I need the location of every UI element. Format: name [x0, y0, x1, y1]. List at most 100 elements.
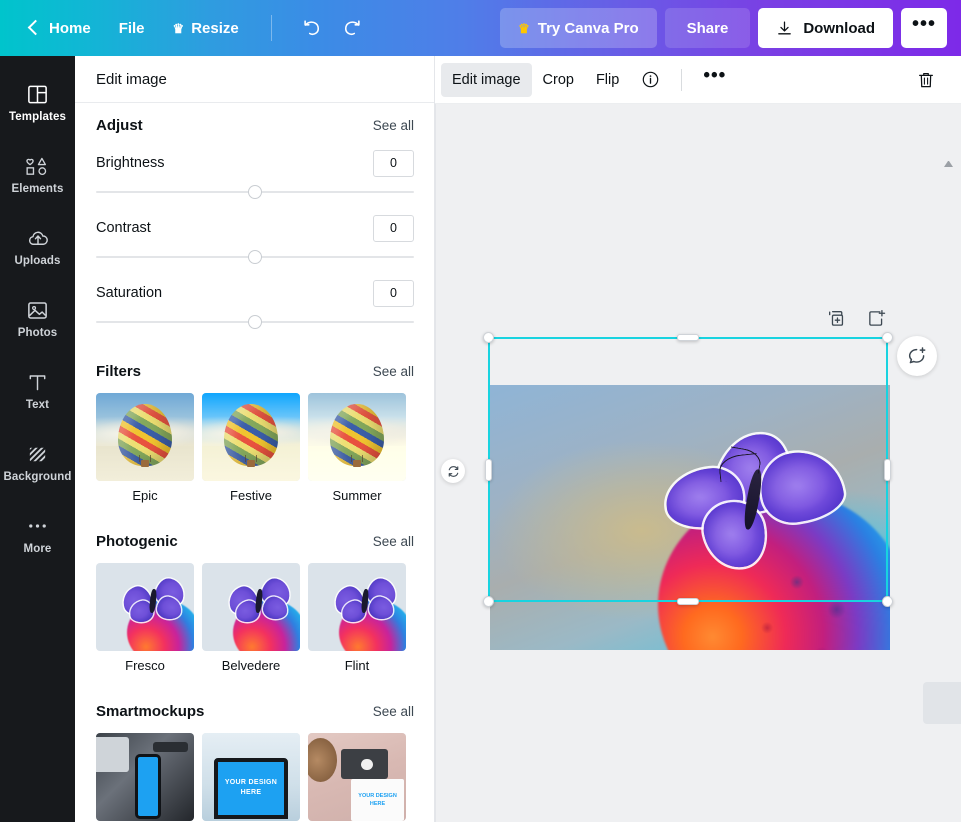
photogenic-item-flint[interactable]: Flint — [308, 563, 406, 673]
smartmockups-section-title: Smartmockups — [96, 703, 205, 720]
flatlay-mockup-thumb: YOUR DESIGN HERE — [308, 733, 406, 821]
templates-grid-icon — [26, 81, 49, 107]
smartmockup-item-laptop[interactable]: YOUR DESIGN HERE — [202, 733, 300, 821]
smartmockups-see-all-link[interactable]: See all — [373, 704, 414, 719]
contrast-value-input[interactable]: 0 — [373, 214, 414, 242]
resize-handle-left[interactable] — [485, 458, 492, 481]
resize-handle-right[interactable] — [884, 458, 891, 481]
sidebar-item-uploads[interactable]: Uploads — [0, 210, 75, 282]
panel-scroll-content: Adjust See all Brightness 0 Contrast 0 S… — [75, 103, 435, 822]
page-action-icons — [826, 308, 888, 330]
filters-see-all-link[interactable]: See all — [373, 364, 414, 379]
rotate-button[interactable] — [441, 459, 465, 483]
sidebar-item-label: Photos — [17, 327, 58, 339]
brightness-slider-handle[interactable] — [248, 185, 262, 199]
photo-icon — [26, 297, 49, 323]
file-menu-button[interactable]: File — [105, 10, 159, 46]
butterfly-flint-thumb — [308, 563, 406, 651]
photogenic-see-all-link[interactable]: See all — [373, 534, 414, 549]
left-rail: Templates Elements Uploads Photos Text B… — [0, 56, 75, 822]
resize-handle-top-left[interactable] — [483, 332, 494, 343]
delete-button[interactable] — [905, 63, 947, 97]
smartmockups-section-header: Smartmockups See all — [96, 673, 414, 724]
sidebar-item-more[interactable]: More — [0, 498, 75, 570]
saturation-slider-handle[interactable] — [248, 315, 262, 329]
download-arrow-icon — [778, 20, 792, 34]
brightness-label: Brightness — [96, 155, 165, 171]
chevron-left-icon — [24, 19, 42, 37]
filters-section-title: Filters — [96, 363, 142, 380]
balloon-festive-thumb — [202, 393, 300, 481]
photogenic-label: Fresco — [125, 658, 165, 673]
photogenic-item-belvedere[interactable]: Belvedere — [202, 563, 300, 673]
brightness-value-input[interactable]: 0 — [373, 149, 414, 177]
contrast-slider[interactable] — [96, 246, 414, 268]
resize-handle-bottom-right[interactable] — [882, 596, 893, 607]
scroll-up-arrow-icon[interactable] — [944, 160, 953, 167]
sidebar-item-elements[interactable]: Elements — [0, 138, 75, 210]
resize-button[interactable]: ♛ Resize — [159, 10, 253, 46]
smartmockup-item-flatlay[interactable]: YOUR DESIGN HERE — [308, 733, 406, 821]
tab-crop[interactable]: Crop — [532, 63, 585, 97]
info-button[interactable] — [630, 63, 671, 97]
resize-label: Resize — [191, 19, 239, 37]
saturation-slider[interactable] — [96, 311, 414, 333]
home-button-label: Home — [49, 19, 91, 37]
duplicate-page-button[interactable] — [826, 308, 848, 330]
filter-item-summer[interactable]: Summer — [308, 393, 406, 503]
smartmockup-item-phone[interactable] — [96, 733, 194, 821]
download-button[interactable]: Download — [758, 8, 893, 48]
cloud-upload-icon — [26, 225, 50, 251]
sidebar-item-label: More — [23, 543, 52, 555]
add-page-button[interactable]: + Add page — [923, 682, 961, 724]
try-canva-pro-button[interactable]: ♛ Try Canva Pro — [500, 8, 657, 48]
panel-title: Edit image — [75, 56, 434, 103]
design-page-image[interactable] — [490, 385, 890, 650]
saturation-control: Saturation 0 — [96, 277, 414, 333]
undo-redo-group — [270, 15, 370, 41]
canvas-area: Edit image Crop Flip ••• — [435, 56, 961, 822]
sidebar-item-label: Background — [3, 471, 72, 483]
add-page-icon-button[interactable] — [866, 308, 888, 330]
filter-item-epic[interactable]: Epic — [96, 393, 194, 503]
panel-title-text: Edit image — [96, 70, 167, 88]
undo-button[interactable] — [294, 10, 330, 46]
brightness-control: Brightness 0 — [96, 147, 414, 203]
home-button[interactable]: Home — [18, 10, 105, 46]
brightness-slider[interactable] — [96, 181, 414, 203]
share-button[interactable]: Share — [664, 8, 751, 48]
sidebar-item-label: Uploads — [14, 255, 61, 267]
redo-arrow-icon — [344, 20, 360, 36]
saturation-label: Saturation — [96, 285, 163, 301]
canvas-stage[interactable] — [435, 104, 961, 822]
adjust-see-all-link[interactable]: See all — [373, 118, 414, 133]
sidebar-item-templates[interactable]: Templates — [0, 66, 75, 138]
top-bar-more-button[interactable]: ••• — [901, 8, 947, 48]
resize-handle-bottom-left[interactable] — [483, 596, 494, 607]
sidebar-item-photos[interactable]: Photos — [0, 282, 75, 354]
canvas-toolbar: Edit image Crop Flip ••• — [435, 56, 961, 104]
canvas-more-label: ••• — [703, 65, 727, 86]
filter-item-festive[interactable]: Festive — [202, 393, 300, 503]
file-menu-label: File — [118, 19, 145, 37]
resize-handle-top-right[interactable] — [882, 332, 893, 343]
add-comment-button[interactable] — [897, 336, 937, 376]
sidebar-item-background[interactable]: Background — [0, 426, 75, 498]
redo-button[interactable] — [334, 10, 370, 46]
photogenic-label: Flint — [344, 658, 370, 673]
resize-handle-bottom[interactable] — [677, 598, 699, 605]
contrast-slider-handle[interactable] — [248, 250, 262, 264]
saturation-value-input[interactable]: 0 — [373, 279, 414, 307]
top-bar-right-group: ♛ Try Canva Pro Share Download ••• — [500, 0, 961, 56]
text-t-icon — [26, 369, 49, 395]
tab-flip[interactable]: Flip — [585, 63, 630, 97]
photogenic-item-fresco[interactable]: Fresco — [96, 563, 194, 673]
butterfly-belvedere-thumb — [202, 563, 300, 651]
duplicate-page-icon — [829, 311, 844, 326]
sidebar-item-label: Templates — [9, 111, 66, 123]
crown-icon: ♛ — [172, 20, 185, 36]
sidebar-item-text[interactable]: Text — [0, 354, 75, 426]
canvas-more-button[interactable]: ••• — [692, 63, 737, 97]
tab-edit-image[interactable]: Edit image — [441, 62, 532, 97]
resize-handle-top[interactable] — [677, 334, 699, 341]
